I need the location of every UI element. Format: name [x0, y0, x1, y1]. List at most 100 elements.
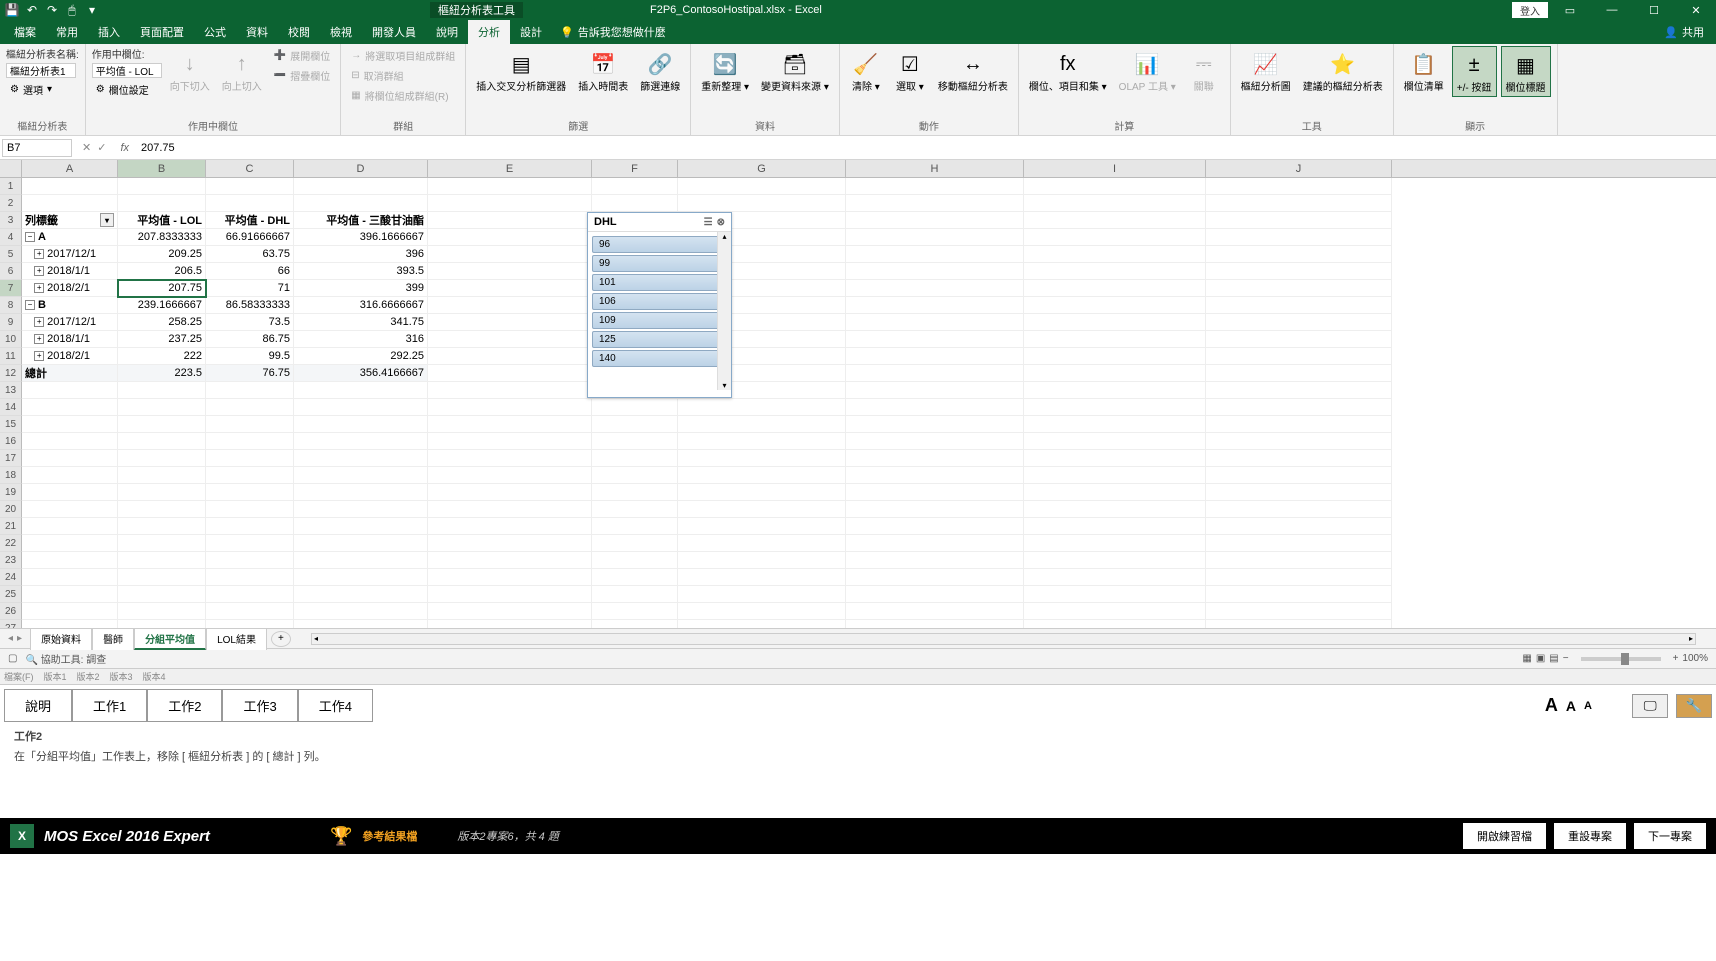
col-header-H[interactable]: H	[846, 160, 1024, 177]
cell-I25[interactable]	[1024, 586, 1206, 603]
cell-B20[interactable]	[118, 501, 206, 518]
cell-H24[interactable]	[846, 569, 1024, 586]
cell-J2[interactable]	[1206, 195, 1392, 212]
cell-G20[interactable]	[678, 501, 846, 518]
row-header-19[interactable]: 19	[0, 484, 22, 501]
row-header-13[interactable]: 13	[0, 382, 22, 399]
cell-J11[interactable]	[1206, 348, 1392, 365]
cell-I7[interactable]	[1024, 280, 1206, 297]
tab-design[interactable]: 設計	[510, 20, 552, 44]
cell-E19[interactable]	[428, 484, 592, 501]
row-header-9[interactable]: 9	[0, 314, 22, 331]
cell-H2[interactable]	[846, 195, 1024, 212]
practice-tab[interactable]: 工作4	[298, 689, 373, 722]
cell-J3[interactable]	[1206, 212, 1392, 229]
expand-item-icon[interactable]: +	[34, 317, 44, 327]
cell-A23[interactable]	[22, 552, 118, 569]
login-button[interactable]: 登入	[1512, 2, 1548, 18]
move-pivot-button[interactable]: ↔ 移動樞紐分析表	[934, 46, 1012, 95]
cell-J21[interactable]	[1206, 518, 1392, 535]
row-header-16[interactable]: 16	[0, 433, 22, 450]
cell-A24[interactable]	[22, 569, 118, 586]
refresh-button[interactable]: 🔄 重新整理 ▾	[697, 46, 753, 95]
cell-E1[interactable]	[428, 178, 592, 195]
cell-B26[interactable]	[118, 603, 206, 620]
cell-A11[interactable]: +2018/2/1	[22, 348, 118, 365]
cell-B21[interactable]	[118, 518, 206, 535]
cell-C26[interactable]	[206, 603, 294, 620]
row-header-27[interactable]: 27	[0, 620, 22, 628]
cell-D5[interactable]: 396	[294, 246, 428, 263]
cell-E15[interactable]	[428, 416, 592, 433]
cell-H14[interactable]	[846, 399, 1024, 416]
col-header-C[interactable]: C	[206, 160, 294, 177]
cell-E10[interactable]	[428, 331, 592, 348]
col-header-G[interactable]: G	[678, 160, 846, 177]
clear-button[interactable]: 🧹 清除 ▾	[846, 46, 886, 95]
cell-A3[interactable]: 列標籤▾	[22, 212, 118, 229]
cell-D25[interactable]	[294, 586, 428, 603]
cell-J16[interactable]	[1206, 433, 1392, 450]
cell-H22[interactable]	[846, 535, 1024, 552]
cell-A6[interactable]: +2018/1/1	[22, 263, 118, 280]
cell-B27[interactable]	[118, 620, 206, 628]
slicer-item[interactable]: 109	[592, 312, 727, 329]
cell-H19[interactable]	[846, 484, 1024, 501]
field-headers-button[interactable]: ▦ 欄位標題	[1501, 46, 1551, 97]
cell-I3[interactable]	[1024, 212, 1206, 229]
cell-B11[interactable]: 222	[118, 348, 206, 365]
cell-H9[interactable]	[846, 314, 1024, 331]
tell-me-search[interactable]: 💡 告訴我您想做什麼	[560, 24, 666, 40]
active-field-input[interactable]	[92, 63, 162, 78]
cell-C4[interactable]: 66.91666667	[206, 229, 294, 246]
cell-I26[interactable]	[1024, 603, 1206, 620]
field-list-button[interactable]: 📋 欄位清單	[1400, 46, 1448, 95]
cell-J20[interactable]	[1206, 501, 1392, 518]
cell-E12[interactable]	[428, 365, 592, 382]
cell-G25[interactable]	[678, 586, 846, 603]
cell-F20[interactable]	[592, 501, 678, 518]
cell-B25[interactable]	[118, 586, 206, 603]
row-header-12[interactable]: 12	[0, 365, 22, 382]
scroll-up-icon[interactable]: ▴	[718, 232, 731, 241]
page-break-view-icon[interactable]: ▤	[1549, 653, 1558, 664]
cell-I6[interactable]	[1024, 263, 1206, 280]
collapse-group-icon[interactable]: −	[25, 300, 35, 310]
undo-icon[interactable]: ↶	[24, 2, 40, 18]
cell-F22[interactable]	[592, 535, 678, 552]
cell-G26[interactable]	[678, 603, 846, 620]
cell-D18[interactable]	[294, 467, 428, 484]
row-header-3[interactable]: 3	[0, 212, 22, 229]
slicer-dhl[interactable]: DHL ☰ ⊗ 9699101106109125140 ▴ ▾	[587, 212, 732, 398]
practice-tab[interactable]: 工作2	[147, 689, 222, 722]
row-header-23[interactable]: 23	[0, 552, 22, 569]
cell-J24[interactable]	[1206, 569, 1392, 586]
cell-G27[interactable]	[678, 620, 846, 628]
minimize-icon[interactable]: —	[1592, 0, 1632, 20]
col-header-A[interactable]: A	[22, 160, 118, 177]
cell-F17[interactable]	[592, 450, 678, 467]
insert-slicer-button[interactable]: ▤ 插入交叉分析篩選器	[472, 46, 570, 95]
cell-B14[interactable]	[118, 399, 206, 416]
cell-A10[interactable]: +2018/1/1	[22, 331, 118, 348]
reference-file-link[interactable]: 參考結果檔	[362, 828, 417, 844]
cell-A14[interactable]	[22, 399, 118, 416]
field-settings-button[interactable]: ⚙欄位設定	[92, 80, 162, 98]
cell-C2[interactable]	[206, 195, 294, 212]
cell-H6[interactable]	[846, 263, 1024, 280]
tab-analyze[interactable]: 分析	[468, 20, 510, 44]
sheet-nav-first-icon[interactable]: ◂	[8, 633, 13, 644]
cell-A15[interactable]	[22, 416, 118, 433]
cell-E20[interactable]	[428, 501, 592, 518]
cell-H1[interactable]	[846, 178, 1024, 195]
cell-C14[interactable]	[206, 399, 294, 416]
row-header-24[interactable]: 24	[0, 569, 22, 586]
cell-D6[interactable]: 393.5	[294, 263, 428, 280]
cell-C9[interactable]: 73.5	[206, 314, 294, 331]
cell-H11[interactable]	[846, 348, 1024, 365]
row-header-26[interactable]: 26	[0, 603, 22, 620]
row-header-2[interactable]: 2	[0, 195, 22, 212]
cell-H23[interactable]	[846, 552, 1024, 569]
cell-I2[interactable]	[1024, 195, 1206, 212]
cell-E27[interactable]	[428, 620, 592, 628]
